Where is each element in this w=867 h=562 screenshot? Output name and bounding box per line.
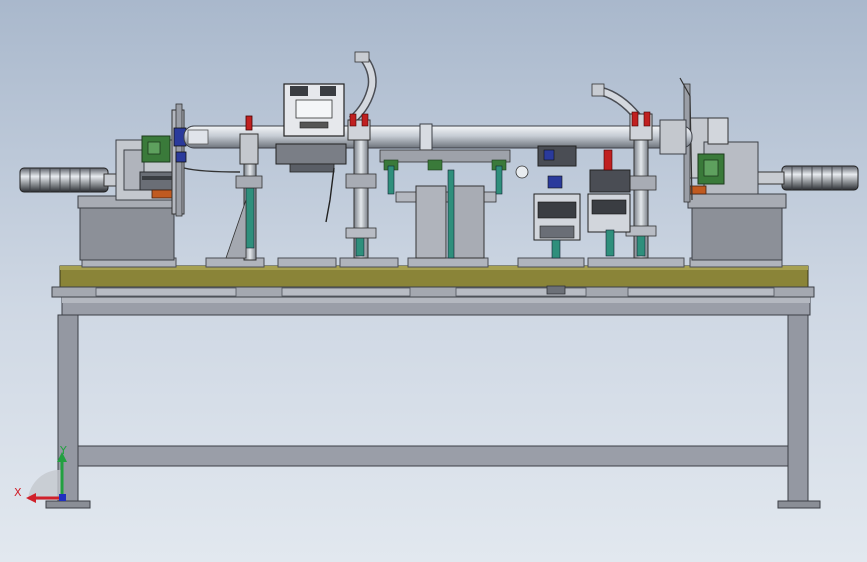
tabletop bbox=[51, 265, 815, 298]
cad-viewport[interactable]: Y X bbox=[0, 0, 867, 562]
cross-beam-pipe bbox=[183, 125, 693, 149]
frame-lower-rail bbox=[77, 445, 789, 467]
left-cylinder-body bbox=[19, 167, 109, 193]
center-block-left bbox=[415, 185, 447, 259]
triad-z-axis bbox=[59, 494, 66, 501]
workbench-frame bbox=[45, 296, 821, 509]
right-foot bbox=[777, 500, 821, 509]
center-clamp-assembly bbox=[379, 149, 529, 259]
cross-beam bbox=[183, 119, 693, 155]
triad-x-label: X bbox=[14, 486, 22, 499]
left-foot bbox=[45, 500, 91, 509]
coordinate-triad[interactable]: Y X bbox=[14, 444, 67, 503]
frame-top-rail-face bbox=[62, 297, 810, 303]
center-bracket bbox=[275, 83, 347, 223]
triad-y-label: Y bbox=[59, 444, 67, 457]
fixture-assembly-drawing: Y X bbox=[14, 51, 859, 509]
left-pedestal bbox=[79, 205, 175, 261]
center-block-right bbox=[451, 185, 485, 259]
right-housing bbox=[707, 117, 729, 145]
right-cylinder-body bbox=[781, 165, 859, 191]
curved-tube-left bbox=[348, 51, 377, 124]
right-clamp-assembly bbox=[533, 145, 631, 259]
right-end-unit bbox=[679, 77, 859, 261]
frame-right-leg bbox=[787, 314, 809, 504]
right-pedestal bbox=[691, 205, 783, 261]
